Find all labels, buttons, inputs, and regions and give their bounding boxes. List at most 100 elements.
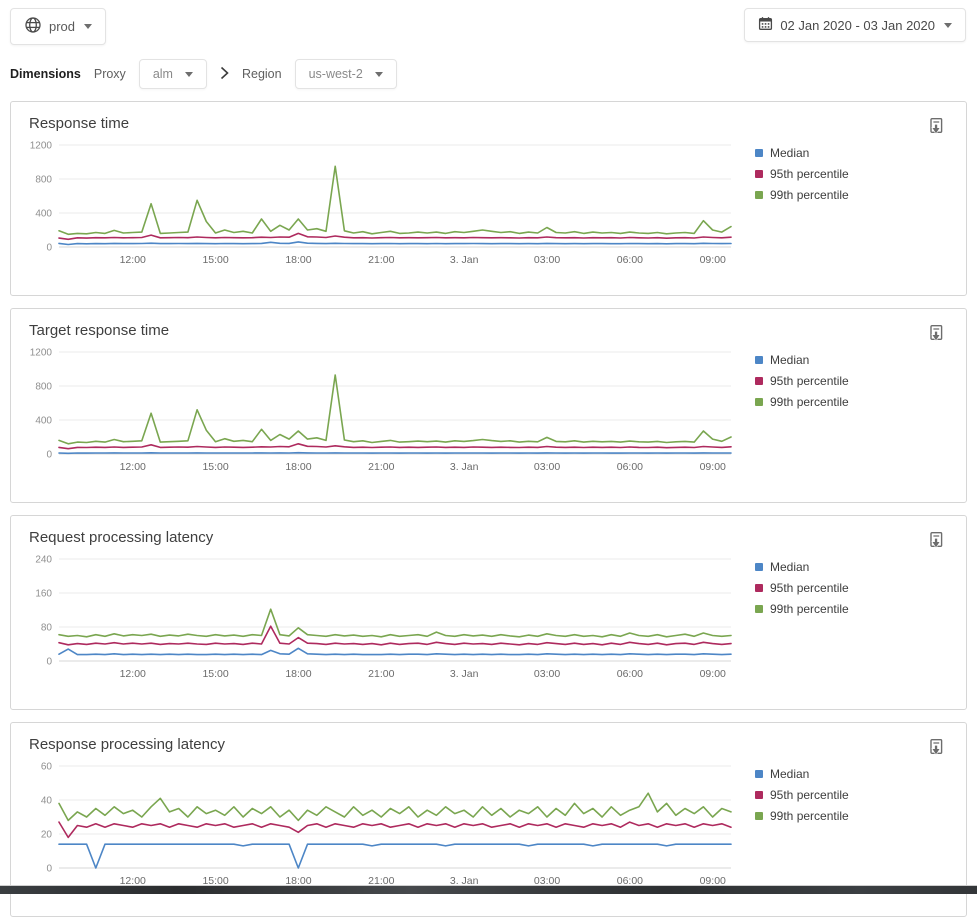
chart-area: 020406012:0015:0018:0021:003. Jan03:0006…	[29, 758, 948, 895]
y-tick-label: 400	[35, 209, 52, 220]
line-chart[interactable]: 020406012:0015:0018:0021:003. Jan03:0006…	[29, 758, 741, 890]
y-tick-label: 400	[35, 416, 52, 427]
panel-target-response-time: Target response time 0400800120012:0015:…	[10, 308, 967, 503]
legend-swatch-icon	[755, 812, 763, 820]
legend-label: 99th percentile	[770, 188, 849, 202]
legend-label: 99th percentile	[770, 602, 849, 616]
legend-swatch-icon	[755, 791, 763, 799]
x-tick-label: 09:00	[700, 461, 726, 473]
x-tick-label: 06:00	[617, 254, 643, 266]
legend: Median 95th percentile 99th percentile	[755, 344, 933, 481]
legend-label: 99th percentile	[770, 809, 849, 823]
x-tick-label: 09:00	[700, 254, 726, 266]
legend-swatch-icon	[755, 398, 763, 406]
region-label: Region	[242, 67, 282, 81]
legend-label: 95th percentile	[770, 167, 849, 181]
export-chart-button[interactable]	[928, 531, 944, 549]
y-tick-label: 80	[41, 623, 53, 634]
legend-label: Median	[770, 560, 809, 574]
legend-item[interactable]: Median	[755, 560, 933, 574]
legend-label: 95th percentile	[770, 788, 849, 802]
panel-title: Response time	[29, 115, 948, 132]
dimensions-title: Dimensions	[10, 67, 81, 81]
panel-title: Request processing latency	[29, 529, 948, 546]
y-tick-label: 1200	[30, 348, 53, 359]
x-tick-label: 09:00	[700, 668, 726, 680]
legend-swatch-icon	[755, 605, 763, 613]
legend-item[interactable]: Median	[755, 767, 933, 781]
x-tick-label: 06:00	[617, 461, 643, 473]
y-tick-label: 1200	[30, 141, 53, 152]
legend-item[interactable]: Median	[755, 146, 933, 160]
y-tick-label: 60	[41, 762, 53, 773]
legend: Median 95th percentile 99th percentile	[755, 551, 933, 688]
x-tick-label: 18:00	[285, 254, 311, 266]
panel-response-time: Response time 0400800120012:0015:0018:00…	[10, 101, 967, 296]
screen-bottom-edge-artifact	[0, 885, 977, 894]
series-line-99th-percentile	[59, 166, 731, 234]
legend-label: 95th percentile	[770, 374, 849, 388]
x-tick-label: 12:00	[120, 254, 146, 266]
region-value: us-west-2	[309, 67, 363, 81]
chart-canvas-container: 08016024012:0015:0018:0021:003. Jan03:00…	[29, 551, 741, 688]
legend-swatch-icon	[755, 563, 763, 571]
export-report-icon	[928, 738, 944, 756]
environment-label: prod	[49, 19, 75, 34]
environment-dropdown[interactable]: prod	[10, 8, 106, 45]
proxy-dropdown[interactable]: alm	[139, 59, 207, 89]
series-line-median	[59, 453, 731, 454]
x-tick-label: 21:00	[368, 668, 394, 680]
chart-area: 0400800120012:0015:0018:0021:003. Jan03:…	[29, 137, 948, 274]
panel-title: Response processing latency	[29, 736, 948, 753]
legend-item[interactable]: 95th percentile	[755, 374, 933, 388]
chart-canvas-container: 0400800120012:0015:0018:0021:003. Jan03:…	[29, 344, 741, 481]
x-tick-label: 18:00	[285, 461, 311, 473]
x-tick-label: 3. Jan	[450, 254, 479, 266]
legend-item[interactable]: 95th percentile	[755, 167, 933, 181]
export-chart-button[interactable]	[928, 738, 944, 756]
legend-item[interactable]: 99th percentile	[755, 809, 933, 823]
legend-item[interactable]: 99th percentile	[755, 188, 933, 202]
x-tick-label: 15:00	[202, 668, 228, 680]
legend-swatch-icon	[755, 356, 763, 364]
x-tick-label: 3. Jan	[450, 668, 479, 680]
calendar-icon	[758, 16, 773, 34]
region-dropdown[interactable]: us-west-2	[295, 59, 397, 89]
x-tick-label: 03:00	[534, 668, 560, 680]
chevron-down-icon	[944, 23, 952, 28]
line-chart[interactable]: 0400800120012:0015:0018:0021:003. Jan03:…	[29, 344, 741, 476]
chevron-down-icon	[375, 72, 383, 77]
series-line-95th-percentile	[59, 822, 731, 837]
legend-item[interactable]: 99th percentile	[755, 602, 933, 616]
legend-item[interactable]: Median	[755, 353, 933, 367]
legend-item[interactable]: 99th percentile	[755, 395, 933, 409]
globe-icon	[24, 16, 42, 37]
export-report-icon	[928, 531, 944, 549]
line-chart[interactable]: 08016024012:0015:0018:0021:003. Jan03:00…	[29, 551, 741, 683]
legend-item[interactable]: 95th percentile	[755, 788, 933, 802]
chevron-down-icon	[185, 72, 193, 77]
x-tick-label: 15:00	[202, 461, 228, 473]
series-line-99th-percentile	[59, 375, 731, 444]
x-tick-label: 21:00	[368, 461, 394, 473]
date-range-picker[interactable]: 02 Jan 2020 - 03 Jan 2020	[744, 8, 966, 42]
series-line-median	[59, 648, 731, 654]
legend: Median 95th percentile 99th percentile	[755, 758, 933, 895]
y-tick-label: 240	[35, 555, 52, 566]
series-line-95th-percentile	[59, 233, 731, 239]
date-range-label: 02 Jan 2020 - 03 Jan 2020	[780, 18, 935, 33]
y-tick-label: 40	[41, 796, 53, 807]
line-chart[interactable]: 0400800120012:0015:0018:0021:003. Jan03:…	[29, 137, 741, 269]
series-line-99th-percentile	[59, 793, 731, 820]
legend-label: 99th percentile	[770, 395, 849, 409]
export-chart-button[interactable]	[928, 324, 944, 342]
x-tick-label: 18:00	[285, 668, 311, 680]
export-report-icon	[928, 117, 944, 135]
x-tick-label: 3. Jan	[450, 461, 479, 473]
panel-request-processing-latency: Request processing latency 08016024012:0…	[10, 515, 967, 710]
dimensions-bar: Dimensions Proxy alm Region us-west-2	[0, 45, 977, 89]
export-chart-button[interactable]	[928, 117, 944, 135]
legend-item[interactable]: 95th percentile	[755, 581, 933, 595]
proxy-value: alm	[153, 67, 173, 81]
y-tick-label: 20	[41, 830, 53, 841]
